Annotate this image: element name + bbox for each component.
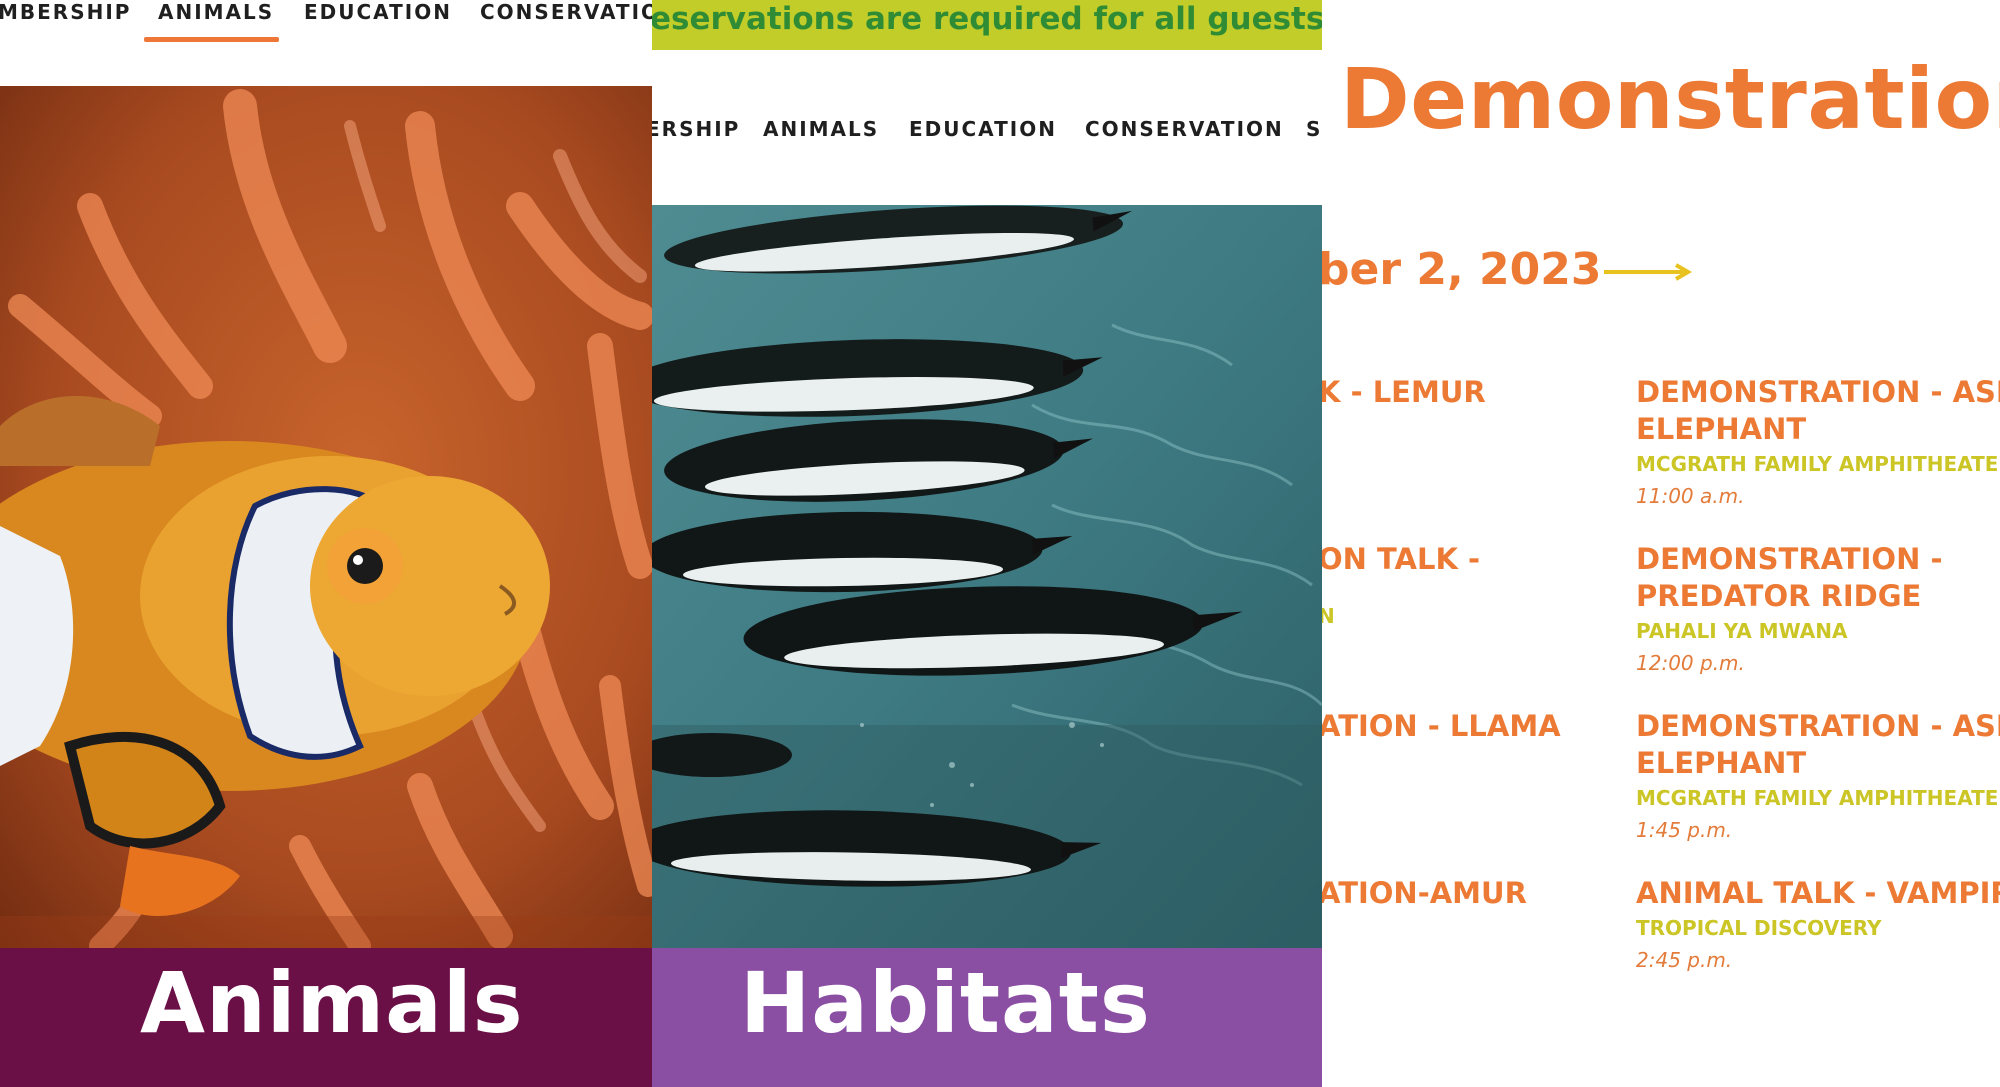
event-title: ANIMAL TALK - VAMPIRE <box>1636 876 2000 910</box>
nav-membership[interactable]: MBERSHIP <box>0 0 131 24</box>
event-location: MCGRATH FAMILY AMPHITHEATE <box>1636 786 1999 810</box>
habitats-banner[interactable]: Habitats <box>652 948 1322 1087</box>
event-location: PAHALI YA MWANA <box>1636 619 1848 643</box>
event-item[interactable]: ANIMAL TALK - VAMPIRE TROPICAL DISCOVERY… <box>1636 875 2000 976</box>
event-title: DEMONSTRATION - ASIA <box>1636 375 2000 409</box>
nav-membership[interactable]: ERSHIP <box>652 117 740 141</box>
event-item[interactable]: DEMONSTRATION - ASIA ELEPHANT MCGRATH FA… <box>1636 374 2000 512</box>
nav-education[interactable]: EDUCATION <box>909 117 1057 141</box>
event-title: ATION-AMUR <box>1322 876 1527 910</box>
event-item[interactable]: K - LEMUR <box>1322 374 1486 411</box>
nav-animals[interactable]: ANIMALS <box>158 0 274 24</box>
banner-title: Habitats <box>740 954 1151 1052</box>
nav-education[interactable]: EDUCATION <box>304 0 452 24</box>
habitats-page-panel: eservations are required for all guests … <box>652 0 1322 1087</box>
next-date-arrow-icon[interactable] <box>1602 262 1692 282</box>
event-title: K - LEMUR <box>1322 375 1486 409</box>
event-location: MCGRATH FAMILY AMPHITHEATE <box>1636 452 1999 476</box>
alert-text: eservations are required for all guests … <box>652 1 1322 37</box>
schedule-date: ber 2, 2023 <box>1322 244 1602 295</box>
event-item[interactable]: ATION - LLAMA <box>1322 708 1561 745</box>
active-nav-underline <box>144 37 279 42</box>
event-time: 12:00 p.m. <box>1636 651 1745 675</box>
event-title: ON TALK - <box>1322 542 1481 576</box>
event-item[interactable]: ATION-AMUR <box>1322 875 1527 912</box>
nav-support[interactable]: S <box>1306 117 1322 141</box>
event-title-continued: ELEPHANT <box>1636 746 1807 780</box>
event-location: TROPICAL DISCOVERY <box>1636 916 1882 940</box>
event-time: 2:45 p.m. <box>1636 948 1733 972</box>
event-item[interactable]: DEMONSTRATION - PREDATOR RIDGE PAHALI YA… <box>1636 541 1942 679</box>
event-time: 11:00 a.m. <box>1636 484 1745 508</box>
main-nav: ERSHIP ANIMALS EDUCATION CONSERVATION S <box>652 50 1322 205</box>
event-item[interactable]: ON TALK - N <box>1322 541 1480 632</box>
main-nav: MBERSHIP ANIMALS EDUCATION CONSERVATION <box>0 0 652 86</box>
animals-banner[interactable]: Animals <box>0 948 652 1087</box>
event-title: DEMONSTRATION - <box>1636 542 1943 576</box>
event-title-continued: PREDATOR RIDGE <box>1636 579 1922 613</box>
nav-animals[interactable]: ANIMALS <box>763 117 879 141</box>
reservation-alert-bar[interactable]: eservations are required for all guests … <box>652 0 1322 50</box>
nav-conservation[interactable]: CONSERVATION <box>1085 117 1284 141</box>
page-title: Demonstrations <box>1340 50 2000 148</box>
event-title: ATION - LLAMA <box>1322 709 1561 743</box>
event-title: DEMONSTRATION - ASIA <box>1636 709 2000 743</box>
banner-title: Animals <box>140 954 524 1052</box>
penguins-hero-image <box>652 205 1322 948</box>
animals-page-panel: MBERSHIP ANIMALS EDUCATION CONSERVATION <box>0 0 652 1087</box>
event-item[interactable]: DEMONSTRATION - ASIA ELEPHANT MCGRATH FA… <box>1636 708 2000 846</box>
event-time: 1:45 p.m. <box>1636 818 1733 842</box>
clownfish-hero-image <box>0 86 652 948</box>
demonstrations-page-panel: Demonstrations ber 2, 2023 K - LEMUR ON … <box>1322 0 2000 1087</box>
event-location: N <box>1322 604 1335 628</box>
nav-conservation[interactable]: CONSERVATION <box>480 0 652 24</box>
event-title-continued: ELEPHANT <box>1636 412 1807 446</box>
